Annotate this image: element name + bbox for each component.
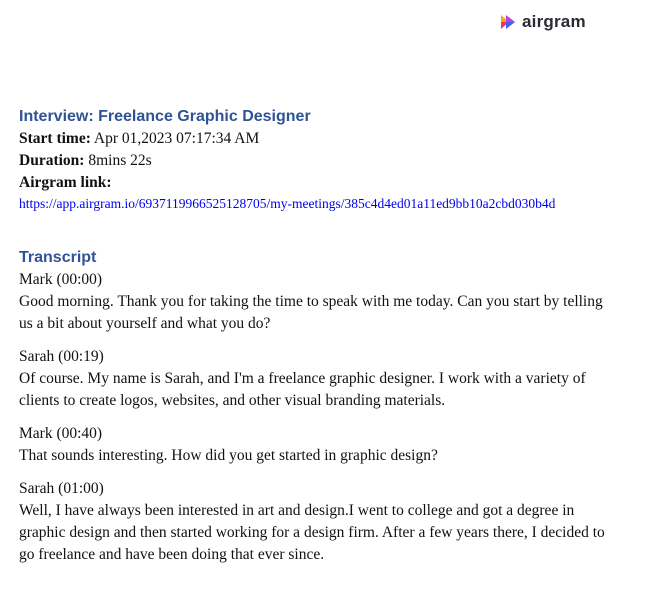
transcript-entry: Mark (00:00) Good morning. Thank you for… <box>19 269 609 335</box>
brand-logo: airgram <box>500 12 586 32</box>
duration-label: Duration: <box>19 152 85 169</box>
transcript-entry: Sarah (00:19) Of course. My name is Sara… <box>19 346 609 412</box>
duration-row: Duration: 8mins 22s <box>19 150 609 172</box>
start-time-row: Start time: Apr 01,2023 07:17:34 AM <box>19 128 609 150</box>
start-time-value: Apr 01,2023 07:17:34 AM <box>93 130 260 147</box>
airgram-logo-icon <box>501 15 515 29</box>
transcript-heading: Transcript <box>19 249 97 266</box>
speaker-timestamp: Sarah (01:00) <box>19 480 104 497</box>
brand-name: airgram <box>522 12 586 31</box>
utterance-text: Well, I have always been interested in a… <box>19 502 605 563</box>
speaker-timestamp: Mark (00:00) <box>19 271 103 288</box>
document-body: Interview: Freelance Graphic Designer St… <box>19 106 609 577</box>
utterance-text: Good morning. Thank you for taking the t… <box>19 293 603 332</box>
meeting-title: Interview: Freelance Graphic Designer <box>19 108 311 125</box>
airgram-meeting-link[interactable]: https://app.airgram.io/69371199665251287… <box>19 194 597 214</box>
speaker-timestamp: Sarah (00:19) <box>19 348 104 365</box>
airgram-link-label: Airgram link: <box>19 174 112 191</box>
utterance-text: That sounds interesting. How did you get… <box>19 447 438 464</box>
utterance-text: Of course. My name is Sarah, and I'm a f… <box>19 370 586 409</box>
speaker-timestamp: Mark (00:40) <box>19 425 103 442</box>
start-time-label: Start time: <box>19 130 91 147</box>
duration-value: 8mins 22s <box>88 152 152 169</box>
transcript-list: Mark (00:00) Good morning. Thank you for… <box>19 269 609 566</box>
transcript-entry: Sarah (01:00) Well, I have always been i… <box>19 478 609 566</box>
transcript-entry: Mark (00:40) That sounds interesting. Ho… <box>19 423 609 467</box>
airgram-link-row: Airgram link: <box>19 172 609 194</box>
